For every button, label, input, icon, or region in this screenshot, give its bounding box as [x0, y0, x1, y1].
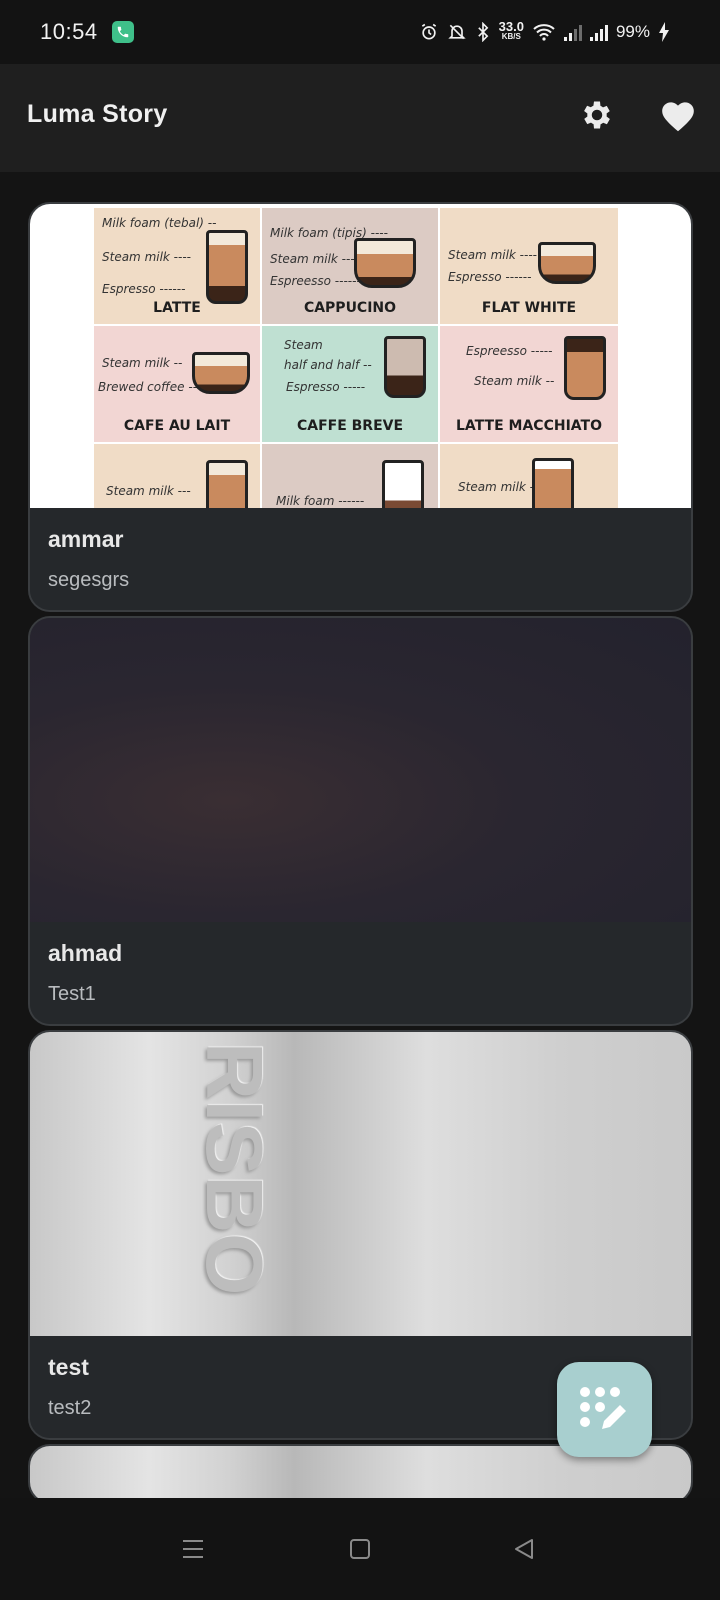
story-card[interactable]: Milk foam (tebal) -- Steam milk ---- Esp… — [28, 202, 693, 612]
drink-name: CAPPUCINO — [303, 300, 397, 316]
chart-label: Espresso ------ — [448, 270, 532, 284]
chart-cell-latte-macchiato: Espreesso ----- Steam milk -- LATTE MACC… — [440, 326, 618, 442]
story-image-bottle-photo[interactable]: RISBO — [30, 1032, 691, 1336]
drink-name: CAFE AU LAIT — [123, 418, 231, 434]
story-card-body: ammar segesgrs — [30, 508, 691, 610]
net-speed-unit: KB/S — [501, 32, 521, 41]
net-speed-value: 33.0 — [498, 19, 524, 34]
signal-icon-2 — [589, 23, 608, 41]
cafe-au-lait-mug-illustration — [192, 352, 250, 394]
settings-button[interactable] — [576, 94, 618, 136]
chart-cell-cafe-au-lait: Steam milk -- Brewed coffee -- CAFE AU L… — [94, 326, 260, 442]
drink-name: LATTE — [153, 300, 201, 316]
wifi-icon — [533, 24, 555, 41]
chart-label: Espresso ----- — [286, 380, 366, 394]
story-author: ahmad — [48, 940, 123, 966]
chart-label: Espreesso ----- — [466, 344, 553, 358]
story-card[interactable]: ahmad Test1 — [28, 616, 693, 1026]
status-bar: 10:54 33.0 KB/S 99% — [0, 0, 720, 64]
heart-icon — [662, 102, 694, 132]
story-feed[interactable]: Milk foam (tebal) -- Steam milk ---- Esp… — [0, 172, 720, 1498]
chart-label: Espreesso ------ — [270, 274, 361, 288]
embossed-text: RISBO — [190, 1042, 279, 1296]
story-image-coffee-chart[interactable]: Milk foam (tebal) -- Steam milk ---- Esp… — [30, 204, 691, 508]
recents-button[interactable] — [172, 1528, 214, 1570]
chart-label: Milk foam ------ — [276, 494, 365, 508]
story-image-dark-photo[interactable] — [30, 618, 691, 922]
dialpad-edit-icon — [579, 1386, 626, 1429]
status-icons: 33.0 KB/S 99% — [419, 0, 670, 64]
latte-glass-illustration — [206, 230, 248, 304]
chart-cell-row3-3: Steam milk --- — [440, 444, 618, 508]
signal-icon-1 — [563, 23, 582, 41]
drink-name: FLAT WHITE — [481, 300, 577, 316]
chart-label: Steam milk -- — [102, 356, 183, 370]
alarm-icon — [421, 23, 436, 40]
home-button[interactable] — [339, 1528, 381, 1570]
chart-label: Steam milk --- — [458, 480, 543, 494]
chart-cell-row3-1: Steam milk --- — [94, 444, 260, 508]
chart-cell-row3-2: Milk foam ------ — [262, 444, 438, 508]
bluetooth-icon — [477, 22, 489, 42]
coffee-chart: Milk foam (tebal) -- Steam milk ---- Esp… — [94, 208, 618, 508]
mute-bell-icon — [447, 24, 466, 40]
chart-cell-caffe-breve: Steam half and half -- Espresso ----- CA… — [262, 326, 438, 442]
story-text: Test1 — [48, 983, 96, 1005]
drink-name: CAFFE BREVE — [296, 418, 404, 434]
chart-label: Steam milk -- — [474, 374, 555, 388]
charging-icon — [659, 22, 669, 42]
caffe-breve-glass-illustration — [384, 336, 426, 398]
system-nav-bar — [0, 1498, 720, 1600]
story-text: segesgrs — [48, 569, 130, 591]
cappucino-mug-illustration — [354, 238, 416, 288]
chart-label: Steam milk ---- — [102, 250, 192, 264]
glass-illustration — [382, 460, 424, 508]
chart-cell-flat-white: Steam milk ---- Espresso ------ FLAT WHI… — [440, 208, 618, 324]
chart-label: Steam milk ---- — [448, 248, 538, 262]
back-button[interactable] — [503, 1528, 545, 1570]
latte-macchiato-glass-illustration — [564, 336, 606, 400]
gear-icon — [584, 101, 610, 129]
status-time: 10:54 — [40, 19, 98, 44]
chart-label: Steam — [284, 338, 323, 352]
chart-label: Brewed coffee -- — [98, 380, 198, 394]
menu-icon — [183, 1540, 203, 1558]
back-triangle-icon — [515, 1539, 533, 1559]
glass-illustration — [206, 460, 248, 508]
chart-label: Milk foam (tebal) -- — [102, 216, 217, 230]
app-title: Luma Story — [27, 100, 168, 128]
favorites-button[interactable] — [657, 94, 699, 136]
chart-cell-latte: Milk foam (tebal) -- Steam milk ---- Esp… — [94, 208, 260, 324]
compose-story-fab[interactable] — [557, 1362, 652, 1457]
chart-cell-cappucino: Milk foam (tipis) ---- Steam milk --- Es… — [262, 208, 438, 324]
chart-label: Espresso ------ — [102, 282, 186, 296]
battery-level: 99% — [615, 22, 650, 41]
phone-call-icon — [111, 21, 134, 43]
story-author: ammar — [48, 526, 124, 552]
flat-white-mug-illustration — [538, 242, 596, 284]
chart-label: Steam milk --- — [106, 484, 191, 498]
chart-label: Steam milk --- — [270, 252, 355, 266]
app-bar: Luma Story — [0, 64, 720, 172]
story-card-body: ahmad Test1 — [30, 922, 691, 1024]
home-square-icon — [350, 1539, 370, 1559]
chart-label: half and half -- — [284, 358, 372, 372]
drink-name: LATTE MACCHIATO — [456, 418, 602, 434]
net-speed: 33.0 KB/S — [498, 19, 524, 42]
glass-illustration — [532, 458, 574, 508]
